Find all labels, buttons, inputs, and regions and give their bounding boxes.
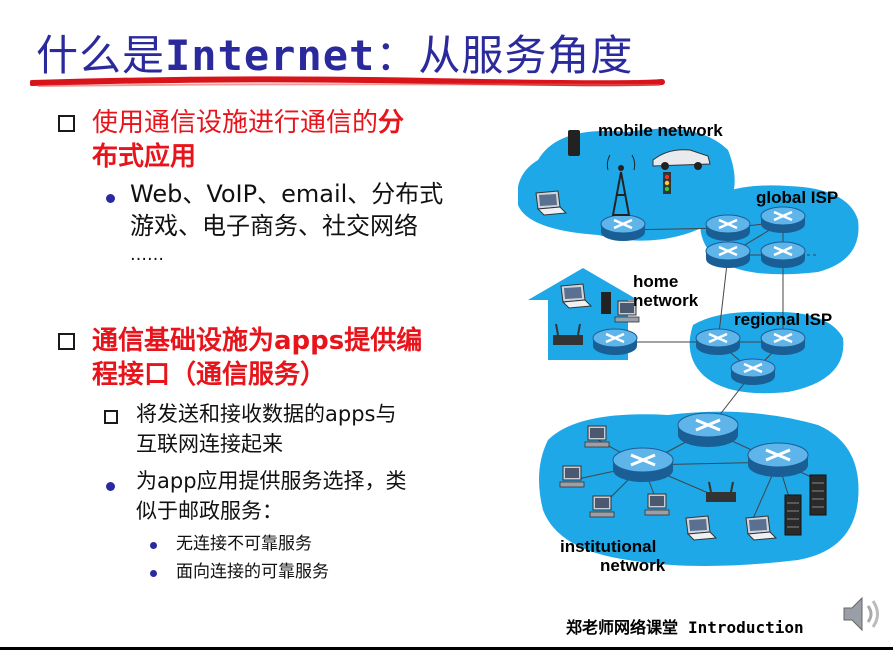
sub-box-icon xyxy=(104,410,118,424)
bullet-2-sub1: 将发送和接收数据的apps与 互联网连接起来 xyxy=(136,399,456,459)
title-en: Internet xyxy=(165,31,376,80)
footer-cn: 郑老师网络课堂 xyxy=(566,618,679,637)
sub2-item1: 无连接不可靠服务 xyxy=(176,534,312,554)
title-cn-2: ：从服务角度 xyxy=(375,31,634,80)
title-cn-1: 什么是 xyxy=(36,31,166,80)
label-regional-isp: regional ISP xyxy=(734,310,832,329)
dot-icon xyxy=(150,570,157,577)
bullet-2-line2: 程接口（通信服务） xyxy=(92,360,327,390)
phone-icon xyxy=(568,130,580,156)
sub-line-3: …… xyxy=(130,245,164,265)
label-institutional-1: institutional xyxy=(560,537,656,556)
sub2-line2: 似于邮政服务： xyxy=(136,499,283,523)
bullet-2-line1: 通信基础设施为apps提供编 xyxy=(92,326,423,356)
label-home-1: home xyxy=(633,272,678,291)
sub1-line2: 互联网连接起来 xyxy=(136,432,283,456)
dot-icon xyxy=(106,482,115,491)
bullet-box-icon xyxy=(58,333,75,350)
sub1-line1: 将发送和接收数据的apps与 xyxy=(136,402,397,426)
dot-icon xyxy=(150,542,157,549)
title-underline xyxy=(30,76,665,87)
dot-icon xyxy=(106,194,115,203)
footer-en: Introduction xyxy=(688,618,804,637)
label-mobile-network: mobile network xyxy=(598,121,723,140)
label-home-2: network xyxy=(633,291,699,310)
sub-line-1: Web、VoIP、email、分布式 xyxy=(130,180,444,208)
bullet-1: 使用通信设施进行通信的分 布式应用 xyxy=(58,106,468,174)
bullet-1-sub: Web、VoIP、email、分布式 游戏、电子商务、社交网络 …… xyxy=(130,178,460,268)
bullet-1-text: 使用通信设施进行通信的 xyxy=(92,108,379,138)
bullet-1-bold: 分 xyxy=(378,108,405,138)
label-institutional-2: network xyxy=(600,556,666,575)
sub2-line1: 为app应用提供服务选择，类 xyxy=(136,469,407,493)
footer: 郑老师网络课堂 Introduction xyxy=(566,614,804,638)
bullet-2: 通信基础设施为apps提供编 程接口（通信服务） xyxy=(58,324,468,392)
bullet-box-icon xyxy=(58,115,75,132)
internet-diagram: mobile network global ISP home network r… xyxy=(518,121,859,575)
bullet-1-line2: 布式应用 xyxy=(92,142,197,172)
speaker-icon[interactable] xyxy=(838,590,886,638)
sub2-item2: 面向连接的可靠服务 xyxy=(176,562,329,582)
bullet-2-sub2: 为app应用提供服务选择，类 似于邮政服务： xyxy=(136,466,466,526)
label-global-isp: global ISP xyxy=(756,188,838,207)
sub-line-2: 游戏、电子商务、社交网络 xyxy=(130,212,418,240)
bottom-rule xyxy=(0,647,893,650)
